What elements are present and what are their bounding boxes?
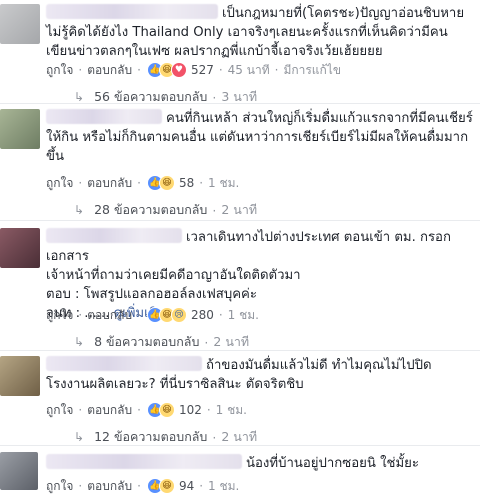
comment-body: เป็นกฎหมายที่(โคตรชะ)ปัญญาอ่อนชิบหาย ไม่… xyxy=(46,4,474,61)
replies-time: 2 นาที xyxy=(221,429,258,444)
comment-actions: ถูกใจ · ตอบกลับ · 👍 😆 102 · 1 ชม. xyxy=(46,401,247,419)
replies-count[interactable]: 28 ข้อความตอบกลับ xyxy=(94,200,207,220)
reply-button[interactable]: ตอบกลับ xyxy=(87,306,132,325)
author-name[interactable] xyxy=(46,454,242,469)
comment-actions: ถูกใจ · ตอบกลับ · 👍 😆 94 · 1 ชม. xyxy=(46,477,239,495)
reply-button[interactable]: ตอบกลับ xyxy=(87,477,132,496)
replies-link[interactable]: ↳ 28 ข้อความตอบกลับ · 2 นาที xyxy=(74,200,257,220)
avatar[interactable] xyxy=(0,356,40,396)
reaction-count[interactable]: 280 xyxy=(191,308,214,322)
reaction-count[interactable]: 58 xyxy=(179,176,194,190)
comment-text: เป็นกฎหมายที่(โคตรชะ)ปัญญาอ่อนชิบหาย xyxy=(222,6,465,21)
comment-text: ให้กิน หรือไม่ก็กินตามคนอื่น แต่ดันหาว่า… xyxy=(46,130,469,145)
comment-text: ตอบ : โพสรูปแอลกอฮอล์ลงเฟสบุคค่ะ xyxy=(46,287,257,302)
comment-text: โรงงานผลิตเลยวะ? ที่นี่บราซิลสินะ ตัดจริ… xyxy=(46,377,304,392)
timestamp[interactable]: 1 ชม. xyxy=(208,174,239,193)
timestamp[interactable]: 45 นาที xyxy=(228,61,270,80)
comment-body: น้องที่บ้านอยู่ปากซอยนิ ใช่มั้ยะ xyxy=(46,454,474,473)
replies-link[interactable]: ↳ 56 ข้อความตอบกลับ · 3 นาที xyxy=(74,87,257,107)
divider xyxy=(0,445,480,446)
comment-body: คนที่กินเหล้า ส่วนใหญ่ก็เริ่มดื่มแก้วแรก… xyxy=(46,109,474,166)
replies-count[interactable]: 56 ข้อความตอบกลับ xyxy=(94,87,207,107)
haha-icon: 😆 xyxy=(158,478,175,494)
replies-link[interactable]: ↳ 8 ข้อความตอบกลับ · 2 นาที xyxy=(74,332,249,352)
replies-count[interactable]: 12 ข้อความตอบกลับ xyxy=(94,427,207,447)
replies-time: 2 นาที xyxy=(221,202,258,217)
comment-text: เขียนข่าวตลกๆในเฟซ ผลปรากฏพี่แกบ้าจี้เอา… xyxy=(46,44,383,59)
reactions[interactable]: 👍 😆 xyxy=(146,478,175,494)
like-button[interactable]: ถูกใจ xyxy=(46,306,73,325)
comment-text: ไม่รู้คิดได้ยังไง Thailand Only เอาจริงๆ… xyxy=(46,25,448,40)
comment-text: คนที่กินเหล้า ส่วนใหญ่ก็เริ่มดื่มแก้วแรก… xyxy=(166,111,473,126)
reply-button[interactable]: ตอบกลับ xyxy=(87,61,132,80)
comment-text: น้องที่บ้านอยู่ปากซอยนิ ใช่มั้ยะ xyxy=(246,456,419,471)
author-name[interactable] xyxy=(46,109,162,124)
reply-arrow-icon: ↳ xyxy=(74,430,85,444)
reactions[interactable]: 👍 😆 😢 xyxy=(146,307,187,323)
avatar[interactable] xyxy=(0,109,40,149)
author-name[interactable] xyxy=(46,228,182,243)
love-icon: ♥ xyxy=(170,62,187,78)
reactions[interactable]: 👍 😆 ♥ xyxy=(146,62,187,78)
divider xyxy=(0,103,480,104)
reactions[interactable]: 👍 😆 xyxy=(146,402,175,418)
comment-text: เจ้าหน้าที่ถามว่าเคยมีคดีอาญาอันใดติดตัว… xyxy=(46,268,301,283)
timestamp[interactable]: 1 ชม. xyxy=(228,306,259,325)
comment-text: ขึ้น xyxy=(46,149,65,164)
reply-button[interactable]: ตอบกลับ xyxy=(87,401,132,420)
avatar[interactable] xyxy=(0,452,38,490)
like-button[interactable]: ถูกใจ xyxy=(46,477,73,496)
timestamp[interactable]: 1 ชม. xyxy=(216,401,247,420)
divider xyxy=(0,220,480,221)
reaction-count[interactable]: 102 xyxy=(179,403,202,417)
replies-time: 2 นาที xyxy=(213,334,250,349)
reaction-count[interactable]: 527 xyxy=(191,63,214,77)
replies-count[interactable]: 8 ข้อความตอบกลับ xyxy=(94,332,199,352)
comment-body: ถ้าของมันดื่มแล้วไม่ดี ทำไมคุณไม่ไปปิด โ… xyxy=(46,356,474,394)
edited-label[interactable]: มีการแก้ไข xyxy=(283,61,341,80)
replies-link[interactable]: ↳ 12 ข้อความตอบกลับ · 2 นาที xyxy=(74,427,257,447)
comment-actions: ถูกใจ · ตอบกลับ · 👍 😆 ♥ 527 · 45 นาที · มี… xyxy=(46,61,341,79)
author-name[interactable] xyxy=(46,356,202,371)
comment-text: ถ้าของมันดื่มแล้วไม่ดี ทำไมคุณไม่ไปปิด xyxy=(206,358,432,373)
avatar[interactable] xyxy=(0,228,40,268)
like-button[interactable]: ถูกใจ xyxy=(46,401,73,420)
haha-icon: 😆 xyxy=(158,175,175,191)
divider xyxy=(0,350,480,351)
comment-actions: ถูกใจ · ตอบกลับ · 👍 😆 58 · 1 ชม. xyxy=(46,174,239,192)
author-name[interactable] xyxy=(46,4,218,19)
reply-button[interactable]: ตอบกลับ xyxy=(87,174,132,193)
avatar[interactable] xyxy=(0,4,40,44)
reply-arrow-icon: ↳ xyxy=(74,90,85,104)
sad-icon: 😢 xyxy=(170,307,187,323)
like-button[interactable]: ถูกใจ xyxy=(46,174,73,193)
reply-arrow-icon: ↳ xyxy=(74,203,85,217)
like-button[interactable]: ถูกใจ xyxy=(46,61,73,80)
comment-actions: ถูกใจ · ตอบกลับ · 👍 😆 😢 280 · 1 ชม. xyxy=(46,306,259,324)
timestamp[interactable]: 1 ชม. xyxy=(208,477,239,496)
reply-arrow-icon: ↳ xyxy=(74,335,85,349)
haha-icon: 😆 xyxy=(158,402,175,418)
reactions[interactable]: 👍 😆 xyxy=(146,175,175,191)
replies-time: 3 นาที xyxy=(221,89,258,104)
reaction-count[interactable]: 94 xyxy=(179,479,194,493)
